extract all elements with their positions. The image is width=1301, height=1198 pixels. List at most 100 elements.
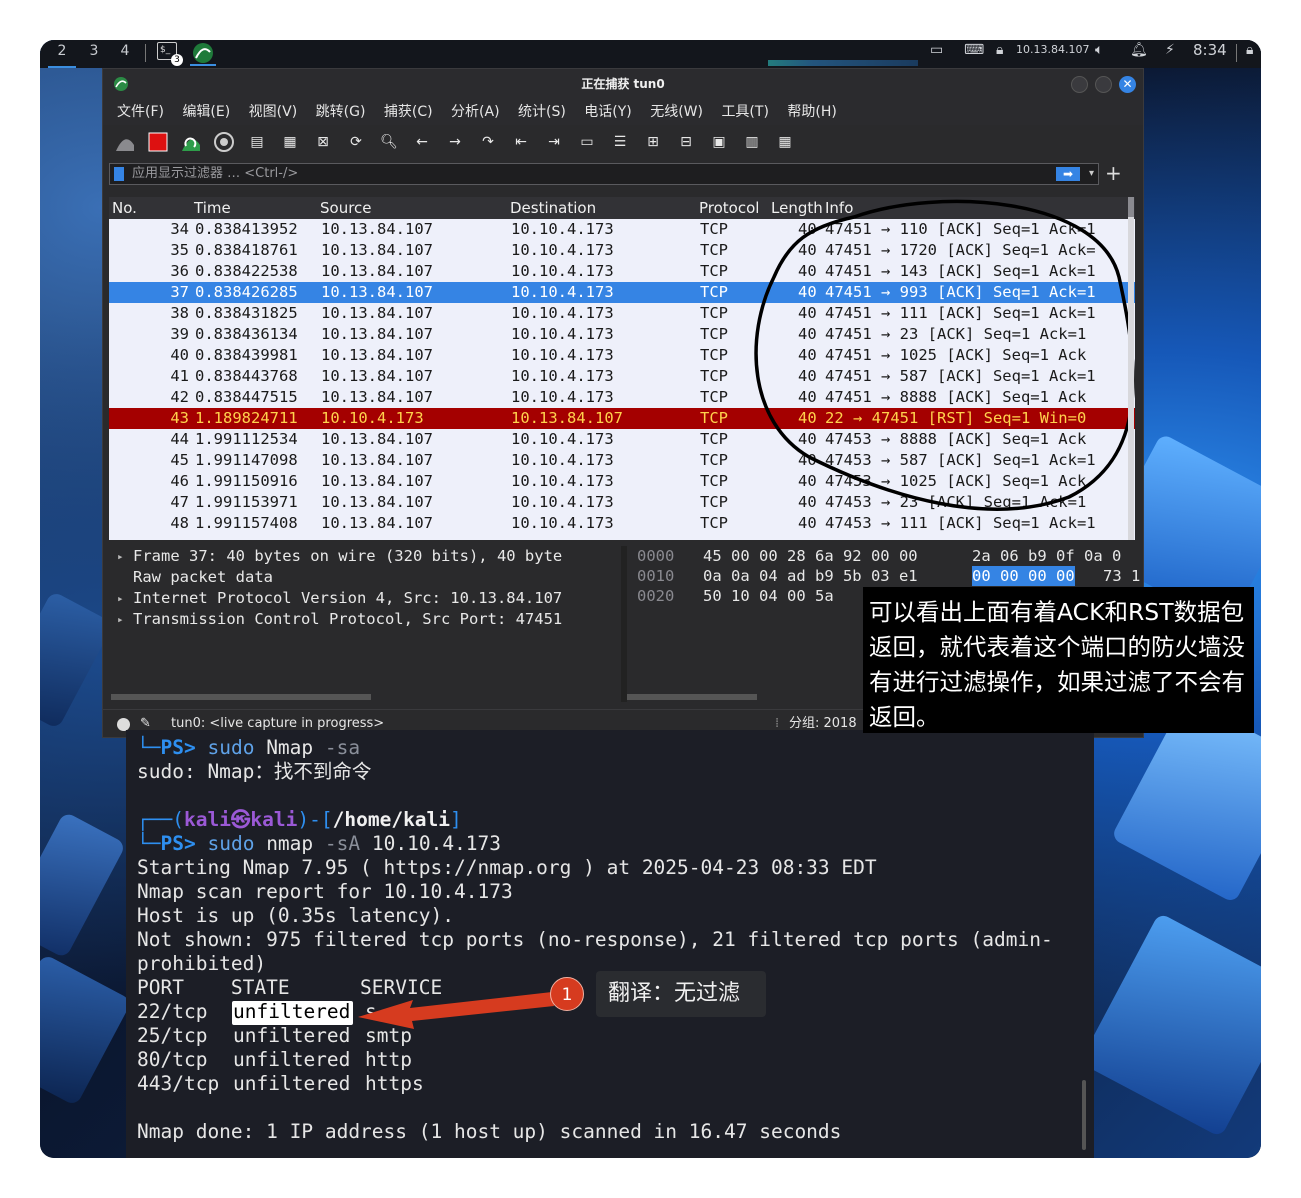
packet-row[interactable]: 40 0.838439981 10.13.84.107 10.10.4.173 TCP 4… xyxy=(109,345,1135,366)
menu-help[interactable]: 帮助(H) xyxy=(787,104,836,120)
packet-row[interactable]: 41 0.838443768 10.13.84.107 10.10.4.173 TCP 4… xyxy=(109,366,1135,387)
packet-time-cell: 0.838413952 xyxy=(195,220,298,238)
volume-icon[interactable]: 🔈︎ xyxy=(1095,40,1103,68)
go-to-packet-icon[interactable]: ↷ xyxy=(476,130,500,154)
menu-edit[interactable]: 编辑(E) xyxy=(182,104,230,120)
packet-row[interactable]: 47 1.991153971 10.13.84.107 10.10.4.173 TCP 4… xyxy=(109,492,1135,513)
packet-info-cell: 47451 → 1720 [ACK] Seq=1 Ack= xyxy=(825,241,1096,259)
window-titlebar[interactable]: 正在捕获 tun0 ✕ xyxy=(103,69,1143,99)
hex-row[interactable]: 0010 0a 0a 04 ad b9 5b 03 e1 00 00 00 00… xyxy=(627,566,1141,586)
detail-raw[interactable]: Raw packet data xyxy=(109,567,621,588)
packet-row[interactable]: 48 1.991157408 10.13.84.107 10.10.4.173 TCP 4… xyxy=(109,513,1135,534)
colorize-icon[interactable]: ☰ xyxy=(608,130,632,154)
start-capture-icon[interactable] xyxy=(113,130,137,154)
display-filter-input[interactable]: 应用显示过滤器 … <Ctrl-/> ➡ ▾ xyxy=(109,163,1099,185)
menu-capture[interactable]: 捕获(C) xyxy=(384,104,433,120)
col-no[interactable]: No. xyxy=(112,197,137,219)
zoom-out-icon[interactable]: ⊟ xyxy=(674,130,698,154)
resize-columns-icon[interactable]: ▥ xyxy=(740,130,764,154)
capture-options-gear-icon[interactable] xyxy=(212,130,236,154)
detail-ip[interactable]: ▸ Internet Protocol Version 4, Src: 10.13… xyxy=(109,588,621,609)
packet-row[interactable]: 43 1.189824711 10.10.4.173 10.13.84.107 TCP 4… xyxy=(109,408,1135,429)
workspace-3[interactable]: 4 xyxy=(111,40,139,68)
detail-frame[interactable]: ▸ Frame 37: 40 bytes on wire (320 bits), … xyxy=(109,546,621,567)
menu-statistics[interactable]: 统计(S) xyxy=(518,104,566,120)
packet-time-cell: 1.991150916 xyxy=(195,472,298,490)
zoom-in-icon[interactable]: ⊞ xyxy=(641,130,665,154)
packet-row[interactable]: 36 0.838422538 10.13.84.107 10.10.4.173 TCP 4… xyxy=(109,261,1135,282)
packet-proto-cell: TCP xyxy=(700,220,728,238)
packet-row[interactable]: 45 1.991147098 10.13.84.107 10.10.4.173 TCP 4… xyxy=(109,450,1135,471)
terminal-scrollbar[interactable] xyxy=(1082,1080,1086,1150)
save-file-icon[interactable]: ▦ xyxy=(278,130,302,154)
find-packet-icon[interactable]: 🔍︎ xyxy=(377,130,401,154)
menu-view[interactable]: 视图(V) xyxy=(249,104,298,120)
col-info[interactable]: Info xyxy=(825,197,853,219)
workspace-1[interactable]: 2 xyxy=(48,40,76,68)
column-prefs-icon[interactable]: ▦ xyxy=(773,130,797,154)
menu-telephony[interactable]: 电话(Y) xyxy=(584,104,631,120)
wireshark-taskbar-icon[interactable] xyxy=(190,40,216,66)
menu-wireless[interactable]: 无线(W) xyxy=(650,104,703,120)
terminal-window: └─PS> sudo Nmap -sa sudo: Nmap：找不到命令 ┌──… xyxy=(126,730,1094,1158)
col-destination[interactable]: Destination xyxy=(510,197,596,219)
packet-dst-cell: 10.10.4.173 xyxy=(511,346,614,364)
maximize-button[interactable] xyxy=(1095,76,1112,93)
packet-proto-cell: TCP xyxy=(700,325,728,343)
bookmark-icon[interactable] xyxy=(114,167,124,181)
packet-time-cell: 0.838436134 xyxy=(195,325,298,343)
packet-row[interactable]: 37 0.838426285 10.13.84.107 10.10.4.173 TCP 4… xyxy=(109,282,1135,303)
packet-row[interactable]: 46 1.991150916 10.13.84.107 10.10.4.173 TCP 4… xyxy=(109,471,1135,492)
hex-scrollbar[interactable] xyxy=(627,694,757,700)
reload-file-icon[interactable]: ⟳ xyxy=(344,130,368,154)
keyboard-icon[interactable]: ⌨ xyxy=(964,40,984,68)
packet-len-cell: 40 xyxy=(798,283,817,301)
col-length[interactable]: Length xyxy=(771,197,823,219)
normal-size-icon[interactable]: ▣ xyxy=(707,130,731,154)
packet-row[interactable]: 42 0.838447515 10.13.84.107 10.10.4.173 TCP 4… xyxy=(109,387,1135,408)
workspace-2[interactable]: 3 xyxy=(80,40,108,68)
last-packet-icon[interactable]: ⇥ xyxy=(542,130,566,154)
go-back-icon[interactable]: ← xyxy=(410,130,434,154)
vpn-lock-icon[interactable]: 🔒︎ xyxy=(996,40,1003,68)
packet-row[interactable]: 34 0.838413952 10.13.84.107 10.10.4.173 TCP 4… xyxy=(109,219,1135,240)
packet-list-scrollbar[interactable] xyxy=(1128,197,1134,540)
detail-tcp[interactable]: ▸ Transmission Control Protocol, Src Port… xyxy=(109,609,621,630)
open-file-icon[interactable]: ▤ xyxy=(245,130,269,154)
menu-go[interactable]: 跳转(G) xyxy=(316,104,366,120)
packet-row[interactable]: 39 0.838436134 10.13.84.107 10.10.4.173 TCP 4… xyxy=(109,324,1135,345)
add-filter-button[interactable]: + xyxy=(1105,161,1122,185)
packet-proto-cell: TCP xyxy=(700,409,728,427)
filter-dropdown-icon[interactable]: ▾ xyxy=(1089,164,1094,184)
first-packet-icon[interactable]: ⇤ xyxy=(509,130,533,154)
details-scrollbar[interactable] xyxy=(111,694,371,700)
col-source[interactable]: Source xyxy=(320,197,372,219)
notification-bell-icon[interactable]: 🔔︎ xyxy=(1130,40,1148,68)
packet-len-cell: 40 xyxy=(798,262,817,280)
apply-filter-arrow-icon[interactable]: ➡ xyxy=(1056,167,1080,181)
menu-analyze[interactable]: 分析(A) xyxy=(451,104,500,120)
col-time[interactable]: Time xyxy=(194,197,231,219)
menu-file[interactable]: 文件(F) xyxy=(117,104,164,120)
minimize-button[interactable] xyxy=(1071,76,1088,93)
packet-row[interactable]: 38 0.838431825 10.13.84.107 10.10.4.173 TCP 4… xyxy=(109,303,1135,324)
col-protocol[interactable]: Protocol xyxy=(699,197,759,219)
hex-row[interactable]: 0000 45 00 00 28 6a 92 00 00 2a 06 b9 0f… xyxy=(627,546,1141,566)
display-icon[interactable]: ▭ xyxy=(930,40,943,68)
stop-capture-icon[interactable] xyxy=(146,130,170,154)
restart-capture-icon[interactable] xyxy=(179,130,203,154)
terminal-line: └─PS> sudo nmap -sA 10.10.4.173 xyxy=(137,832,502,855)
close-button[interactable]: ✕ xyxy=(1119,76,1136,93)
packet-info-cell: 47451 → 23 [ACK] Seq=1 Ack=1 xyxy=(825,325,1087,343)
packet-row[interactable]: 35 0.838418761 10.13.84.107 10.10.4.173 TCP 4… xyxy=(109,240,1135,261)
go-forward-icon[interactable]: → xyxy=(443,130,467,154)
packet-list-header: No. Time Source Destination Protocol Len… xyxy=(109,197,1135,219)
menu-tools[interactable]: 工具(T) xyxy=(721,104,768,120)
packet-info-cell: 47451 → 993 [ACK] Seq=1 Ack=1 xyxy=(825,283,1096,301)
close-file-icon[interactable]: ⊠ xyxy=(311,130,335,154)
autoscroll-icon[interactable]: ▭ xyxy=(575,130,599,154)
power-charging-icon[interactable]: ⚡︎ xyxy=(1165,40,1175,68)
packet-row[interactable]: 44 1.991112534 10.13.84.107 10.10.4.173 TCP 4… xyxy=(109,429,1135,450)
lock-screen-icon[interactable]: 🔒︎ xyxy=(1246,40,1253,68)
port-row: 80/tcp unfiltered http xyxy=(137,1048,412,1071)
